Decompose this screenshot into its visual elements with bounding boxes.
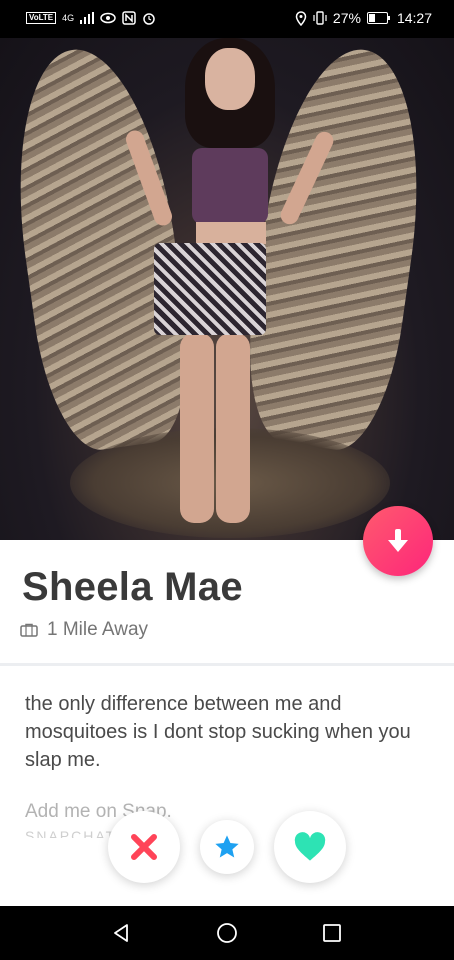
network-type: 4G	[62, 13, 75, 23]
location-icon	[295, 10, 307, 26]
alarm-icon	[143, 13, 155, 25]
nfc-icon	[122, 11, 136, 25]
heart-icon	[294, 832, 326, 861]
profile-name: Sheela Mae	[22, 565, 243, 609]
system-nav-bar	[0, 906, 454, 960]
clock: 14:27	[396, 10, 432, 26]
recents-icon[interactable]	[322, 923, 342, 943]
person-figure	[123, 38, 337, 538]
nope-button[interactable]	[108, 811, 180, 883]
divider	[0, 663, 454, 666]
battery-percent: 27%	[332, 10, 361, 26]
close-icon	[131, 834, 157, 860]
home-icon[interactable]	[216, 922, 238, 944]
action-bar	[0, 808, 454, 888]
battery-icon	[366, 12, 390, 24]
star-icon	[215, 835, 239, 858]
distance-row: 1 Mile Away	[20, 619, 148, 641]
arrow-down-icon	[388, 529, 408, 552]
profile-photo[interactable]	[0, 38, 454, 540]
signal-icon	[80, 12, 95, 24]
back-icon[interactable]	[112, 923, 132, 943]
super-like-button[interactable]	[200, 820, 254, 874]
collapse-info-button[interactable]	[363, 506, 433, 576]
like-button[interactable]	[274, 811, 346, 883]
vibrate-icon	[313, 11, 327, 25]
distance-label: 1 Mile Away	[47, 619, 149, 640]
volte-badge: VoLTE	[26, 12, 57, 24]
eye-icon	[100, 12, 116, 24]
status-bar: VoLTE 4G 27% 14:27	[0, 0, 454, 38]
bio-text: the only difference between me and mosqu…	[25, 693, 411, 771]
briefcase-icon	[20, 623, 38, 637]
